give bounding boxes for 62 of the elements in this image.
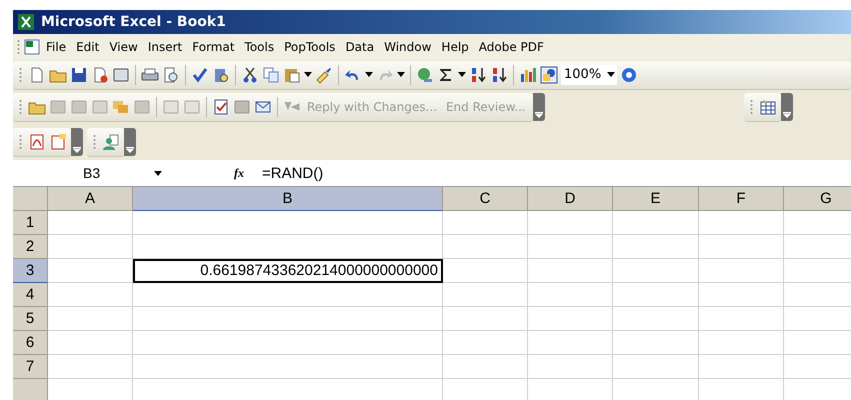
function-label[interactable]: fx [234,166,258,180]
menu-item[interactable]: Window [379,38,436,56]
menu-item[interactable]: Adobe PDF [474,38,549,56]
spreadsheet-icon[interactable] [17,13,35,31]
menu-item[interactable]: Insert [142,38,188,56]
clipboard-check-icon[interactable] [212,98,230,116]
toolbar-options-icon[interactable] [73,147,81,153]
toolbar-options-button[interactable] [124,128,136,156]
toolbar-options-icon[interactable] [534,112,543,118]
spreadsheet-document-icon[interactable] [23,38,41,56]
brush-icon[interactable] [315,66,333,84]
menu-item[interactable]: PopTools [279,38,340,56]
dropdown-arrow-icon[interactable] [458,72,466,77]
toolbar-options-button[interactable] [71,128,83,156]
column-header[interactable]: G [784,187,851,211]
select-all-corner[interactable] [13,187,48,211]
magnifier-icon[interactable] [162,66,180,84]
menu-item[interactable]: Data [340,38,380,56]
table-icon[interactable] [759,98,777,116]
toolbar-options-button[interactable] [781,93,793,121]
column-header[interactable]: F [699,187,784,211]
checkmark-icon[interactable] [191,66,209,84]
column-header[interactable]: C [443,187,528,211]
column-header[interactable]: E [613,187,699,211]
row-header[interactable]: 3 [13,259,48,283]
formula-field[interactable]: =RAND() [262,164,324,182]
row-header[interactable]: 2 [13,235,48,259]
pdf-icon[interactable] [28,132,46,150]
row-header[interactable]: 7 [13,355,48,379]
row-header[interactable]: 5 [13,307,48,331]
bar-chart-icon[interactable] [519,66,537,84]
dropdown-arrow-icon[interactable] [304,72,312,77]
toolbar-options-icon[interactable] [126,147,134,153]
dropdown-arrow-icon[interactable] [397,72,405,77]
toolbar-options-button[interactable] [532,93,545,121]
dropdown-arrow-icon[interactable] [607,72,616,77]
shapes-icon[interactable] [540,66,558,84]
column-header[interactable]: D [528,187,613,211]
row-header[interactable]: 1 [13,211,48,235]
help-icon[interactable] [620,66,638,84]
row-header[interactable]: 6 [13,331,48,355]
sort-descending-icon[interactable] [490,66,508,84]
window-title: Microsoft Excel - Book1 [41,14,226,30]
column-header[interactable]: B [133,187,443,211]
row-header[interactable]: 4 [13,283,48,307]
dropdown-arrow-icon[interactable] [154,170,162,176]
sort-ascending-icon[interactable] [469,66,487,84]
scissors-icon[interactable] [241,66,259,84]
active-cell[interactable]: 0.661987433620214000000000000 [133,259,443,283]
dropdown-arrow-icon[interactable] [365,72,373,77]
column-header[interactable]: A [48,187,133,211]
toolbar-options-icon[interactable] [783,112,791,118]
menu-item[interactable]: Format [187,38,240,56]
menu-item[interactable]: View [104,38,143,56]
menu-item[interactable]: Tools [240,38,280,56]
menu-item[interactable]: Help [436,38,474,56]
row-header[interactable] [13,379,48,400]
pdf-comment-icon[interactable] [49,132,67,150]
zoom-dropdown[interactable]: 100% [561,64,618,84]
menu-item[interactable]: File [41,38,72,56]
person-icon[interactable] [102,132,120,150]
menu-item[interactable]: Edit [71,38,104,56]
